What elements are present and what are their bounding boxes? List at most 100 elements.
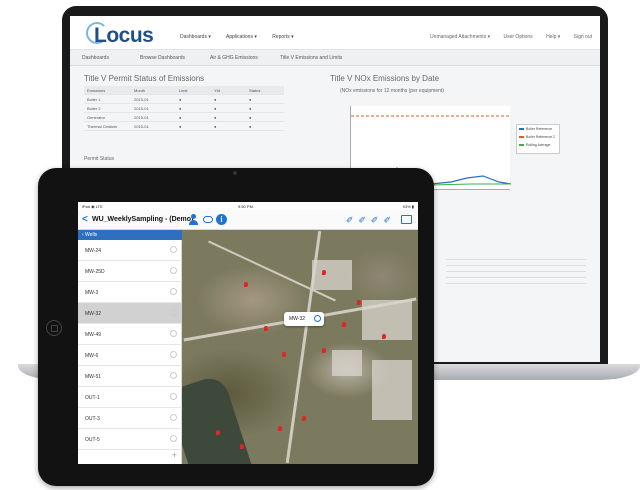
col-header: Emissions <box>87 88 106 93</box>
building-block <box>372 360 412 420</box>
cell: Boiler 1 <box>87 97 101 102</box>
cell: ● <box>249 124 252 129</box>
table-row[interactable]: Boiler 2 2015-01 ● ● ● <box>84 104 284 113</box>
camera-dot <box>233 171 237 175</box>
legend-item: Boiler Reference 2 <box>517 133 559 141</box>
top-right-links: Unmanaged Attachments ▾ User Options Hel… <box>418 34 592 40</box>
sidebar-item-mw-24[interactable]: MW-24 <box>78 240 182 261</box>
sidebar-item-label: MW-6 <box>85 353 99 359</box>
map-callout[interactable]: MW-32 <box>284 312 324 326</box>
sidebar-item-mw-6[interactable]: MW-6 <box>78 345 182 366</box>
tab-browse-dashboards[interactable]: Browse Dashboards <box>140 55 185 61</box>
sign-out-link[interactable]: Sign out <box>574 34 592 40</box>
pen-tool-icon[interactable]: ✐ <box>371 215 384 225</box>
bottom-table <box>446 254 586 284</box>
legend-item: Boiler Reference <box>517 125 559 133</box>
map-pin[interactable] <box>382 334 386 339</box>
sidebar-item-out-3[interactable]: OUT-3 <box>78 408 182 429</box>
sidebar-item-mw-49[interactable]: MW-49 <box>78 324 182 345</box>
user-icon[interactable] <box>188 214 198 226</box>
map-pin[interactable] <box>322 270 326 275</box>
col-header: Status <box>249 88 261 93</box>
map-pin[interactable] <box>302 416 306 421</box>
cell: Thermal Oxidizer <box>87 124 118 129</box>
map-pin[interactable] <box>357 300 361 305</box>
status-icon <box>170 414 177 421</box>
callout-info-icon[interactable] <box>314 315 321 322</box>
tab-dashboards[interactable]: Dashboards <box>82 55 109 61</box>
legend-item: Rolling Average <box>517 141 559 149</box>
menu-dashboards[interactable]: Dashboards ▾ <box>180 34 211 40</box>
sidebar-item-label: MW-49 <box>85 332 102 338</box>
main-menu: Dashboards ▾ Applications ▾ Reports ▾ <box>180 34 308 40</box>
menu-reports[interactable]: Reports ▾ <box>272 34 293 40</box>
info-icon[interactable]: i <box>216 214 227 225</box>
sidebar-item-mw-32[interactable]: MW-32 <box>78 303 182 324</box>
sidebar-item-label: OUT-5 <box>85 437 100 443</box>
status-icon <box>170 372 177 379</box>
tab-title-v[interactable]: Title V Emissions and Limits <box>280 55 342 61</box>
cell: ● <box>214 124 217 129</box>
status-icon <box>170 393 177 400</box>
map-pin[interactable] <box>216 430 220 435</box>
cell: ● <box>179 124 182 129</box>
back-button[interactable]: < <box>82 214 88 225</box>
satellite-map[interactable] <box>182 230 418 464</box>
status-table: Emissions Month Limit Ytd Status Boiler … <box>84 86 284 131</box>
sidebar-item-label: OUT-3 <box>85 416 100 422</box>
add-well-button[interactable]: + <box>172 450 177 460</box>
cell: ● <box>214 97 217 102</box>
building-block <box>362 300 412 340</box>
sidebar-item-label: MW-51 <box>85 374 102 380</box>
map-pin[interactable] <box>264 326 268 331</box>
draw-tools: ✐✐✐✐ <box>346 215 396 226</box>
sidebar-item-mw-3[interactable]: MW-3 <box>78 282 182 303</box>
cell: ● <box>214 106 217 111</box>
cell: ● <box>179 115 182 120</box>
table-row[interactable]: Thermal Oxidizer 2015-01 ● ● ● <box>84 122 284 131</box>
wells-sidebar: ‹ Wells MW-24 MW-25D MW-3 MW-32 MW-49 MW… <box>78 230 182 464</box>
table-row[interactable]: Boiler 1 2015-01 ● ● ● <box>84 95 284 104</box>
cloud-sync-icon[interactable] <box>203 216 213 223</box>
sidebar-header[interactable]: ‹ Wells <box>78 230 182 240</box>
cell: Boiler 2 <box>87 106 101 111</box>
status-icon <box>170 246 177 253</box>
sidebar-item-mw-51[interactable]: MW-51 <box>78 366 182 387</box>
tab-air-ghg[interactable]: Air & GHG Emissions <box>210 55 258 61</box>
sidebar-item-label: OUT-1 <box>85 395 100 401</box>
map-pin[interactable] <box>278 426 282 431</box>
carrier-text: iPad ◉ LTE <box>82 204 103 209</box>
col-header: Ytd <box>214 88 221 93</box>
sidebar-item-label: MW-32 <box>85 311 102 317</box>
app-logo[interactable]: Locus <box>94 24 154 48</box>
menu-applications[interactable]: Applications ▾ <box>226 34 257 40</box>
table-row[interactable]: Generator 2015-01 ● ● ● <box>84 113 284 122</box>
col-header: Limit <box>179 88 188 93</box>
map-pin[interactable] <box>322 348 326 353</box>
map-pin[interactable] <box>240 444 244 449</box>
building-block <box>332 350 362 376</box>
map-pin[interactable] <box>342 322 346 327</box>
map-pin[interactable] <box>282 352 286 357</box>
map-pin[interactable] <box>244 282 248 287</box>
tablet-screen: iPad ◉ LTE 9:50 PM 93% ▮ < WU_WeeklySamp… <box>78 202 418 464</box>
pen-tool-icon[interactable]: ✐ <box>383 215 396 225</box>
layers-icon[interactable] <box>401 215 412 224</box>
pen-tool-icon[interactable]: ✐ <box>358 215 371 225</box>
user-options-link[interactable]: User Options <box>503 34 532 40</box>
unmanaged-attachments-link[interactable]: Unmanaged Attachments ▾ <box>430 34 490 40</box>
sidebar-item-out-5[interactable]: OUT-5 <box>78 429 182 450</box>
help-link[interactable]: Help ▾ <box>546 34 560 40</box>
cell: ● <box>249 97 252 102</box>
sidebar-item-mw-25d[interactable]: MW-25D <box>78 261 182 282</box>
cell: ● <box>249 106 252 111</box>
sidebar-item-out-1[interactable]: OUT-1 <box>78 387 182 408</box>
status-icon <box>170 267 177 274</box>
home-button[interactable] <box>46 320 62 336</box>
pen-tool-icon[interactable]: ✐ <box>346 215 359 225</box>
col-header: Month <box>134 88 146 93</box>
cell: ● <box>179 97 182 102</box>
sidebar-item-label: MW-3 <box>85 290 99 296</box>
cell: 2015-01 <box>134 106 149 111</box>
permit-status-title: Permit Status <box>84 156 115 162</box>
